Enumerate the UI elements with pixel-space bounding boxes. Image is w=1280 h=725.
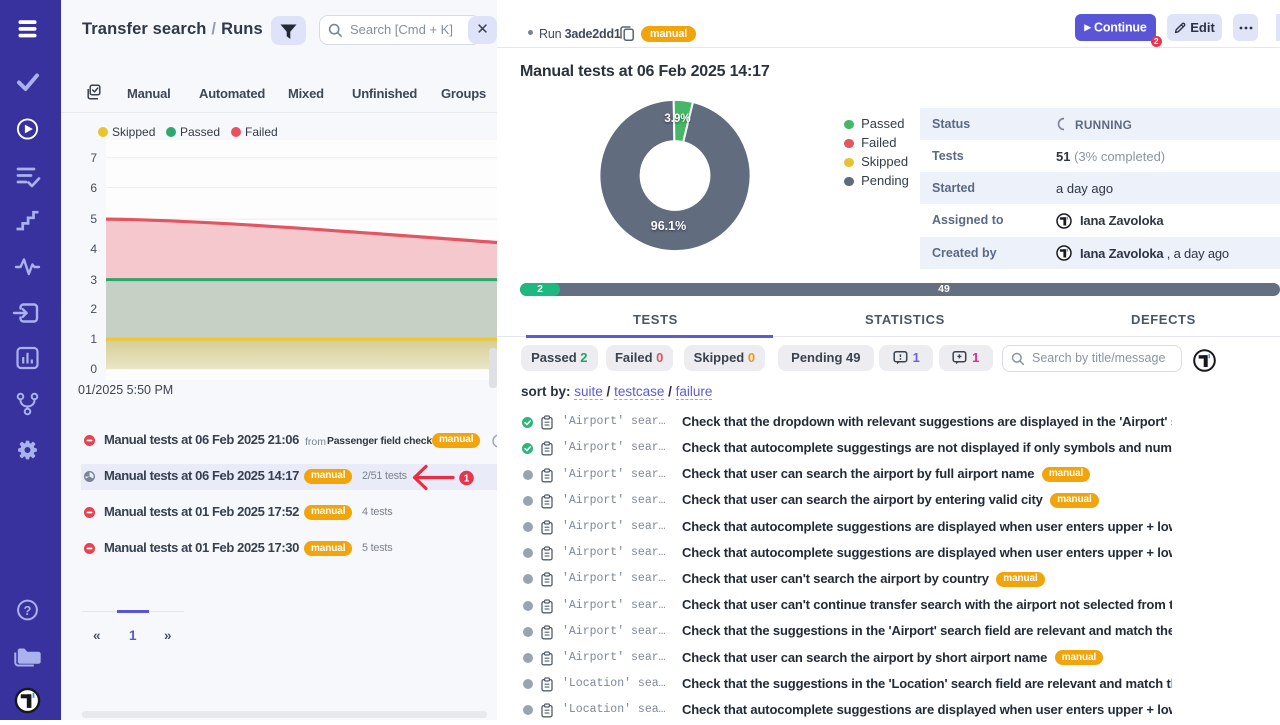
svg-text:?: ?: [24, 603, 32, 618]
svg-text:96.1%: 96.1%: [651, 219, 686, 233]
svg-text:3.9%: 3.9%: [664, 113, 690, 125]
svg-text:1: 1: [464, 474, 470, 485]
